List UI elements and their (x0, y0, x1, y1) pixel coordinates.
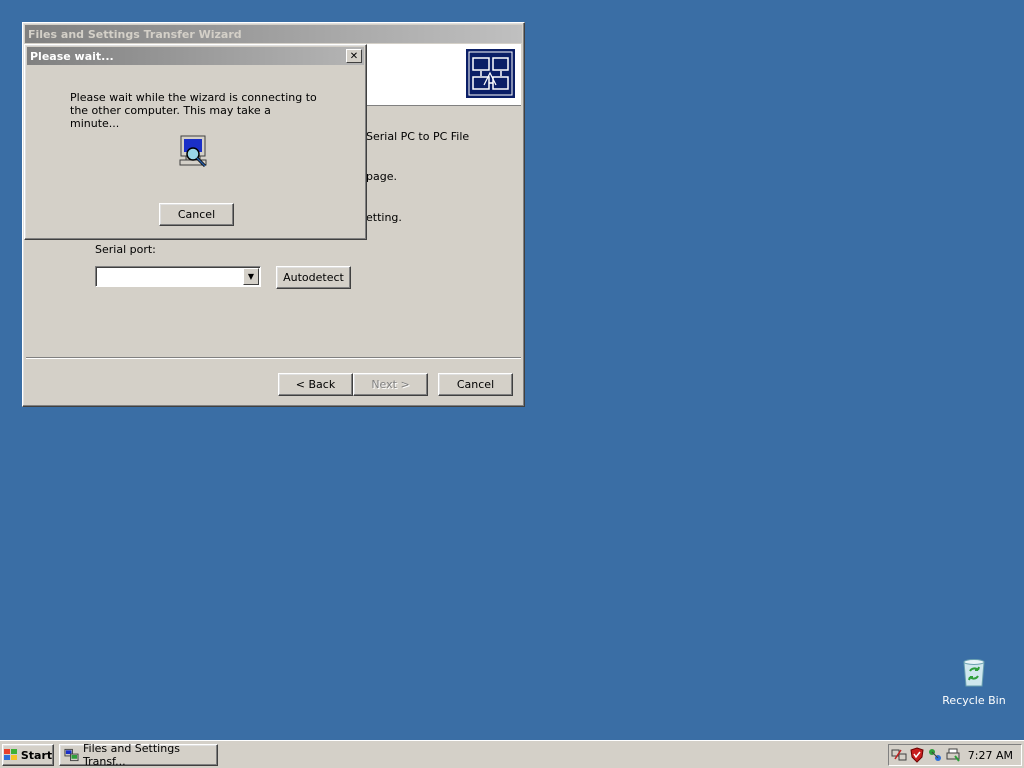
please-wait-titlebar[interactable]: Please wait... (27, 47, 364, 65)
clock[interactable]: 7:27 AM (968, 749, 1013, 762)
please-wait-dialog: Please wait... ✕ Please wait while the w… (24, 44, 367, 240)
start-button[interactable]: Start (2, 744, 54, 766)
wizard-titlebar[interactable]: Files and Settings Transfer Wizard (25, 25, 522, 43)
serial-port-select[interactable]: ▼ (95, 266, 261, 287)
please-wait-message: Please wait while the wizard is connecti… (70, 91, 317, 130)
connection-icon[interactable] (927, 747, 943, 763)
wizard-cancel-button[interactable]: Cancel (438, 373, 513, 396)
recycle-bin[interactable]: Recycle Bin (940, 656, 1008, 707)
back-button[interactable]: < Back (278, 373, 353, 396)
wizard-title: Files and Settings Transfer Wizard (28, 27, 242, 41)
taskbar-button-wizard[interactable]: Files and Settings Transf... (59, 742, 218, 768)
wizard-app-icon (64, 748, 79, 762)
next-button[interactable]: Next > (353, 373, 428, 396)
wizard-separator (26, 357, 521, 359)
recycle-bin-label: Recycle Bin (942, 694, 1006, 707)
computer-search-icon (178, 134, 212, 170)
wizard-text-line1: Serial PC to PC File (366, 130, 470, 143)
chevron-down-icon[interactable]: ▼ (243, 268, 259, 285)
shield-icon[interactable] (909, 747, 925, 763)
taskbar: Start Files and Settings Transf... 7:27 … (0, 740, 1024, 768)
wizard-text-line2: page. (366, 170, 397, 183)
close-icon[interactable]: ✕ (346, 49, 362, 63)
wizard-text-line3: etting. (366, 211, 402, 224)
wizard-logo-icon (466, 49, 515, 98)
recycle-bin-icon (963, 659, 985, 687)
printer-icon[interactable] (945, 747, 961, 763)
system-tray: 7:27 AM (888, 744, 1022, 766)
start-label: Start (20, 748, 53, 762)
network-icon[interactable] (891, 747, 907, 763)
taskbar-button-label: Files and Settings Transf... (82, 742, 180, 768)
windows-logo-icon (3, 749, 17, 760)
please-wait-title: Please wait... (30, 49, 114, 63)
serial-port-label: Serial port: (95, 243, 156, 256)
autodetect-button[interactable]: Autodetect (276, 266, 351, 289)
please-wait-cancel-button[interactable]: Cancel (159, 203, 234, 226)
